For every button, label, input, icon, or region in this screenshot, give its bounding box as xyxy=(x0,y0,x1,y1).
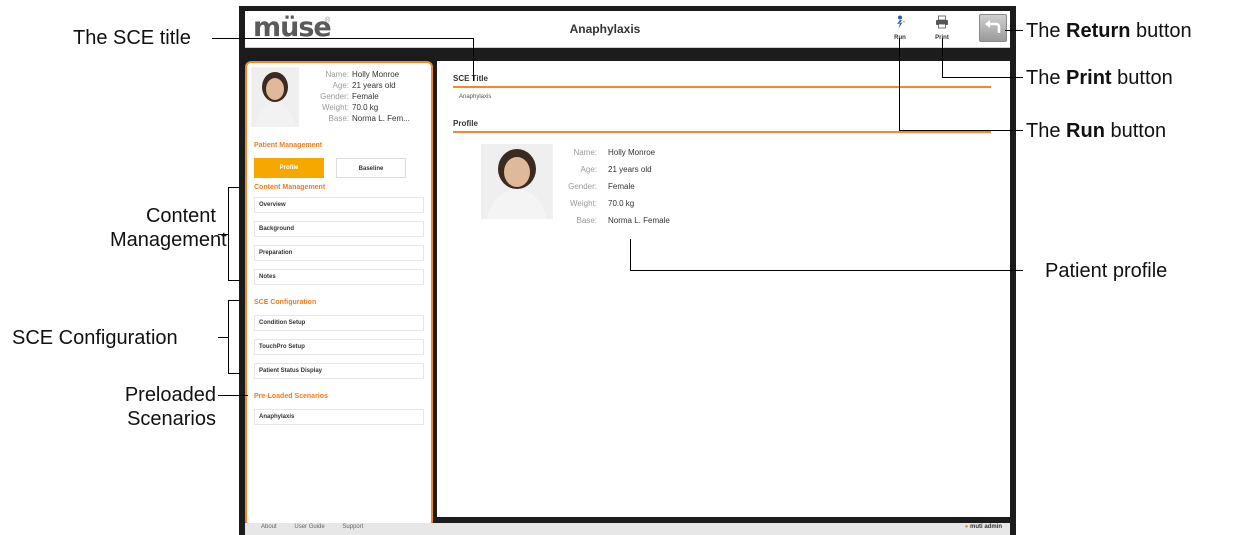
printer-icon xyxy=(936,15,948,29)
sce-configuration-heading: SCE Configuration xyxy=(254,299,317,306)
callout-bracket-sce-tick xyxy=(218,337,228,338)
footer-bar: About User Guide Support ● muti admin xyxy=(245,523,1010,535)
profile-base-label: Base: xyxy=(576,216,597,225)
profile-name-label: Name: xyxy=(573,148,597,157)
patient-gender: Female xyxy=(352,92,379,101)
profile-weight: 70.0 kg xyxy=(608,199,635,208)
callout-content-line2: Management xyxy=(110,229,227,251)
patient-gender-label: Gender: xyxy=(320,92,349,101)
sidebar-item-anaphylaxis[interactable]: Anaphylaxis xyxy=(254,409,424,425)
content-management-heading: Content Management xyxy=(254,184,326,191)
callout-preloaded-line2: Scenarios xyxy=(127,408,216,430)
callout-bracket-content xyxy=(228,187,229,281)
callout-line-sce-title xyxy=(212,38,473,39)
tab-baseline[interactable]: Baseline xyxy=(336,158,406,178)
patient-age-label: Age: xyxy=(332,81,349,90)
user-icon: ● xyxy=(964,524,969,530)
sce-title-value: Anaphylaxis xyxy=(459,94,492,100)
callout-return-pre: The xyxy=(1026,20,1067,42)
callout-run-pre: The xyxy=(1026,120,1067,142)
callout-preloaded-line1: Preloaded xyxy=(124,384,216,406)
patient-name: Holly Monroe xyxy=(352,70,400,79)
callout-bracket-sce-top xyxy=(228,300,240,301)
callout-bracket-sce xyxy=(228,300,229,374)
profile-gender: Female xyxy=(608,182,635,191)
callout-line-sce-title-drop xyxy=(473,38,474,81)
patient-photo-large-icon xyxy=(481,144,553,219)
callout-line-profile-drop xyxy=(630,239,631,271)
profile-name: Holly Monroe xyxy=(608,148,656,157)
profile-gender-label: Gender: xyxy=(568,182,597,191)
callout-line-print xyxy=(942,77,1023,78)
sidebar-item-patient-status-display[interactable]: Patient Status Display xyxy=(254,363,424,379)
footer-link-user-guide[interactable]: User Guide xyxy=(294,524,324,530)
patient-weight-label: Weight: xyxy=(322,103,349,112)
profile-divider xyxy=(453,131,991,133)
profile-age-label: Age: xyxy=(580,165,597,174)
run-label: Run xyxy=(885,35,915,41)
patient-weight: 70.0 kg xyxy=(352,103,379,112)
callout-line-print-drop xyxy=(942,38,943,78)
callout-line-return xyxy=(1005,30,1023,31)
callout-content-line1: Content xyxy=(145,205,216,227)
window-title: Anaphylaxis xyxy=(569,22,641,36)
sidebar-item-touchpro-setup[interactable]: TouchPro Setup xyxy=(254,339,424,355)
callout-print: The Print button xyxy=(1026,66,1173,90)
profile-base: Norma L. Female xyxy=(608,216,670,225)
current-user: muti admin xyxy=(969,524,1002,530)
callout-patient-profile: Patient profile xyxy=(1045,260,1168,282)
callout-line-run xyxy=(899,130,1023,131)
callout-content-management: Content Management xyxy=(110,204,227,252)
app-header: müse ® Anaphylaxis Run Print xyxy=(245,11,1010,48)
profile-heading: Profile xyxy=(453,119,478,128)
callout-preloaded: Preloaded Scenarios xyxy=(100,383,216,431)
callout-sce-configuration: SCE Configuration xyxy=(12,327,178,349)
tab-profile[interactable]: Profile xyxy=(254,158,324,178)
callout-line-run-drop xyxy=(899,38,900,131)
return-arrow-icon xyxy=(985,20,1001,33)
callout-sce-title: The SCE title xyxy=(73,27,191,49)
footer-link-support[interactable]: Support xyxy=(342,524,363,530)
sidebar-item-notes[interactable]: Notes xyxy=(254,269,424,285)
callout-bracket-content-top xyxy=(228,187,240,188)
run-icon xyxy=(897,15,905,29)
callout-run-bold: Run xyxy=(1066,120,1105,142)
preloaded-scenarios-heading: Pre-Loaded Scenarios xyxy=(254,393,328,400)
callout-line-profile xyxy=(630,270,1023,271)
callout-run-post: button xyxy=(1104,120,1167,142)
callout-print-post: button xyxy=(1111,67,1173,89)
sidebar-item-condition-setup[interactable]: Condition Setup xyxy=(254,315,424,331)
callout-print-pre: The xyxy=(1026,67,1067,89)
sce-title-divider xyxy=(453,86,991,88)
patient-age: 21 years old xyxy=(352,81,396,90)
sidebar: Name: Holly Monroe Age: 21 years old Gen… xyxy=(245,61,433,527)
sidebar-item-background[interactable]: Background xyxy=(254,221,424,237)
sce-title-heading: SCE Title xyxy=(453,74,488,83)
callout-return-post: button xyxy=(1130,20,1192,42)
sidebar-item-overview[interactable]: Overview xyxy=(254,197,424,213)
profile-weight-label: Weight: xyxy=(570,199,597,208)
patient-base: Norma L. Fem... xyxy=(352,114,410,123)
return-button[interactable] xyxy=(979,14,1007,42)
callout-line-preloaded xyxy=(218,395,248,396)
profile-age: 21 years old xyxy=(608,165,652,174)
patient-photo-large xyxy=(481,144,553,219)
callout-bracket-content-bottom xyxy=(228,280,240,281)
callout-return: The Return button xyxy=(1026,19,1192,43)
footer-link-about[interactable]: About xyxy=(261,524,277,530)
callout-bracket-sce-bottom xyxy=(228,373,240,374)
callout-return-bold: Return xyxy=(1066,20,1131,42)
patient-management-heading: Patient Management xyxy=(254,142,323,149)
callout-print-bold: Print xyxy=(1066,67,1112,89)
sidebar-item-preparation[interactable]: Preparation xyxy=(254,245,424,261)
patient-base-label: Base: xyxy=(328,114,349,123)
callout-run: The Run button xyxy=(1026,119,1166,143)
patient-name-label: Name: xyxy=(325,70,349,79)
run-button[interactable]: Run xyxy=(885,15,915,41)
